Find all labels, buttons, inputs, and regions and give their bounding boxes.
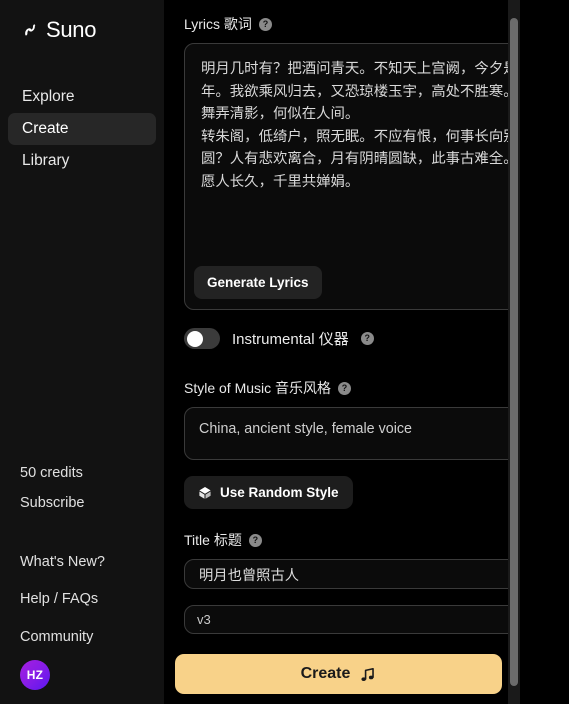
scrollbar-thumb[interactable]: [510, 18, 518, 686]
create-button[interactable]: Create: [175, 654, 502, 694]
help-icon[interactable]: ?: [258, 17, 272, 31]
sidebar-footer: 50 credits Subscribe What's New? Help / …: [0, 465, 164, 704]
style-label: Style of Music 音乐风格: [184, 380, 332, 396]
instrumental-toggle[interactable]: [184, 328, 220, 349]
title-label-row: Title 标题 ?: [184, 530, 549, 550]
community-link[interactable]: Community: [20, 629, 164, 645]
title-input[interactable]: 明月也曾照古人: [184, 559, 549, 589]
sidebar-nav: Explore Create Library: [0, 81, 164, 177]
lyrics-value: 明月几时有？把酒问青天。不知天上宫阙，今夕是何年。我欲乘风归去，又恐琼楼玉宇，高…: [201, 61, 532, 190]
avatar[interactable]: HZ: [20, 660, 50, 690]
suno-logo-icon: [25, 24, 36, 36]
toggle-knob: [186, 330, 203, 347]
help-icon[interactable]: ?: [248, 533, 262, 547]
style-value: China, ancient style, female voice: [199, 421, 412, 437]
music-note-icon: [361, 667, 375, 681]
brand-name: Suno: [46, 17, 97, 42]
help-icon[interactable]: ?: [360, 332, 374, 345]
vertical-scrollbar[interactable]: [508, 0, 520, 704]
subscribe-link[interactable]: Subscribe: [20, 496, 164, 511]
lyrics-label-row: Lyrics 歌词 ?: [184, 14, 549, 34]
create-button-label: Create: [300, 665, 351, 682]
help-faqs-link[interactable]: Help / FAQs: [20, 592, 164, 607]
lyrics-label: Lyrics 歌词: [184, 16, 252, 32]
title-label: Title 标题: [184, 532, 242, 548]
sidebar-item-library[interactable]: Library: [8, 145, 156, 177]
dice-icon: [199, 486, 211, 499]
style-textarea[interactable]: China, ancient style, female voice: [184, 407, 549, 460]
brand-logo[interactable]: Suno: [0, 14, 164, 44]
right-gutter: [520, 0, 569, 704]
use-random-style-button[interactable]: Use Random Style: [184, 476, 353, 509]
help-icon[interactable]: ?: [338, 381, 352, 395]
generate-lyrics-button[interactable]: Generate Lyrics: [194, 266, 322, 299]
cut-off-row-above: [164, 0, 514, 4]
credits-label: 50 credits: [20, 465, 83, 481]
version-value: v3: [197, 612, 211, 627]
sidebar: Suno Explore Create Library 50 credits S…: [0, 0, 164, 704]
style-label-row: Style of Music 音乐风格 ?: [184, 378, 549, 398]
suno-create-page: Suno Explore Create Library 50 credits S…: [0, 0, 569, 704]
title-value: 明月也曾照古人: [199, 567, 300, 584]
use-random-style-label: Use Random Style: [220, 485, 339, 500]
instrumental-label: Instrumental 仪器: [232, 331, 349, 348]
sidebar-item-explore[interactable]: Explore: [8, 81, 156, 113]
whats-new-link[interactable]: What's New?: [20, 554, 164, 570]
version-select[interactable]: v3: [184, 605, 549, 634]
sidebar-item-create[interactable]: Create: [8, 113, 156, 145]
lyrics-textarea[interactable]: 明月几时有？把酒问青天。不知天上宫阙，今夕是何年。我欲乘风归去，又恐琼楼玉宇，高…: [184, 43, 549, 310]
